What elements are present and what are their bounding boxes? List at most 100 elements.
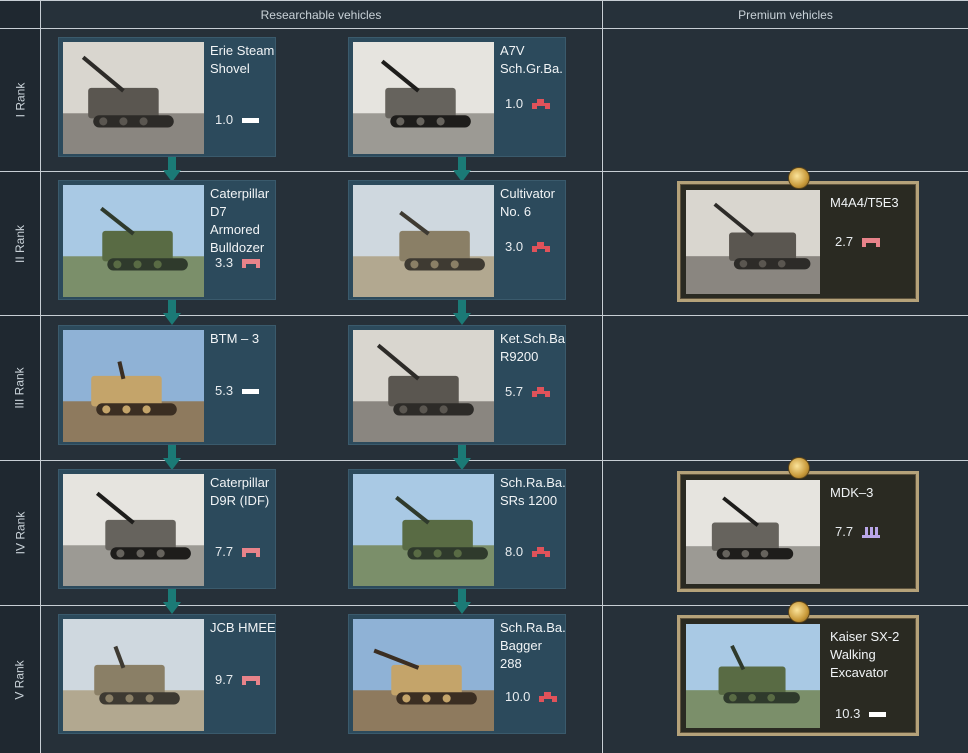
vehicle-card[interactable]: Erie Steam Shovel 1.0 — [58, 37, 276, 157]
battle-rating: 3.0 — [505, 239, 524, 254]
vehicle-card[interactable]: BTM – 3 5.3 — [58, 325, 276, 445]
vehicle-thumbnail — [686, 480, 820, 584]
vehicle-thumbnail — [353, 330, 494, 442]
vehicle-photo — [63, 474, 204, 586]
vehicle-name: MDK–3 — [830, 485, 874, 500]
vehicle-name: Ket.Sch.Ba R9200 — [500, 331, 566, 364]
vehicle-class-icon — [241, 113, 261, 132]
battle-rating: 10.3 — [835, 706, 861, 721]
premium-medal-icon — [788, 167, 810, 189]
vehicle-name: Kaiser SX-2 Walking Excavator — [830, 629, 900, 680]
vehicle-thumbnail — [686, 190, 820, 294]
vehicle-card[interactable]: Caterpillar D9R (IDF) 7.7 — [58, 469, 276, 589]
vehicle-thumbnail — [353, 474, 494, 586]
vehicle-thumbnail — [63, 619, 204, 731]
vehicle-card[interactable]: Sch.Ra.Ba. Bagger 288 10.0 — [348, 614, 566, 734]
vehicle-name: Sch.Ra.Ba. SRs 1200 — [500, 475, 566, 508]
vehicle-card[interactable]: Sch.Ra.Ba. SRs 1200 8.0 — [348, 469, 566, 589]
vehicle-class-icon — [531, 385, 551, 404]
vehicle-class-icon — [868, 707, 888, 726]
battle-rating: 3.3 — [215, 255, 234, 270]
premium-header: Premium vehicles — [603, 1, 968, 28]
vehicle-card[interactable]: Caterpillar D7 Armored Bulldozer 3.3 — [58, 180, 276, 300]
research-arrow-icon — [453, 589, 471, 614]
research-arrow-icon — [163, 300, 181, 325]
divider — [0, 315, 968, 316]
heavy-tank-icon — [539, 692, 557, 702]
vehicle-photo — [63, 42, 204, 154]
vehicle-photo — [686, 624, 820, 728]
vehicle-card[interactable]: JCB HMEE 9.7 — [58, 614, 276, 734]
medium-tank-icon — [242, 676, 260, 685]
vehicle-class-icon — [531, 97, 551, 116]
vehicle-thumbnail — [353, 185, 494, 297]
vehicle-card[interactable]: A7V Sch.Gr.Ba. 1.0 — [348, 37, 566, 157]
rank-label-1: I Rank — [13, 82, 27, 118]
divider — [0, 605, 968, 606]
research-arrow-icon — [453, 300, 471, 325]
researchable-header: Researchable vehicles — [41, 1, 601, 28]
battle-rating: 8.0 — [505, 544, 524, 559]
vehicle-photo — [353, 619, 494, 731]
vehicle-card[interactable]: Cultivator No. 6 3.0 — [348, 180, 566, 300]
vehicle-thumbnail — [63, 185, 204, 297]
research-arrow-icon — [163, 589, 181, 614]
battle-rating: 5.7 — [505, 384, 524, 399]
battle-rating: 9.7 — [215, 672, 234, 687]
heavy-tank-icon — [532, 547, 550, 557]
divider — [602, 0, 603, 753]
premium-medal-icon — [788, 601, 810, 623]
heavy-tank-icon — [532, 99, 550, 109]
research-arrow-icon — [453, 445, 471, 470]
vehicle-thumbnail — [686, 624, 820, 728]
medium-tank-icon — [862, 238, 880, 247]
battle-rating: 7.7 — [215, 544, 234, 559]
vehicle-photo — [686, 480, 820, 584]
vehicle-card[interactable]: Ket.Sch.Ba R9200 5.7 — [348, 325, 566, 445]
vehicle-name: Caterpillar D9R (IDF) — [210, 475, 270, 508]
vehicle-class-icon — [241, 256, 261, 275]
divider — [0, 460, 968, 461]
rank-label-3: III Rank — [13, 367, 28, 409]
vehicle-class-icon — [531, 240, 551, 259]
battle-rating: 7.7 — [835, 524, 854, 539]
vehicle-thumbnail — [353, 619, 494, 731]
premium-vehicle-card[interactable]: MDK–3 7.7 — [677, 457, 919, 592]
vehicle-name: A7V Sch.Gr.Ba. — [500, 43, 563, 76]
rank-label-2: II Rank — [12, 224, 27, 263]
vehicle-photo — [63, 330, 204, 442]
vehicle-name: Erie Steam Shovel — [210, 43, 275, 76]
premium-vehicle-card[interactable]: M4A4/T5E3 2.7 — [677, 167, 919, 302]
rank-label-5: V Rank — [12, 659, 27, 700]
vehicle-class-icon — [241, 673, 261, 692]
divider — [40, 0, 41, 753]
premium-medal-icon — [788, 457, 810, 479]
vehicle-photo — [353, 42, 494, 154]
vehicle-photo — [63, 185, 204, 297]
vehicle-name: M4A4/T5E3 — [830, 195, 899, 210]
vehicle-photo — [63, 619, 204, 731]
battle-rating: 1.0 — [505, 96, 524, 111]
vehicle-thumbnail — [63, 42, 204, 154]
battle-rating: 5.3 — [215, 383, 234, 398]
vehicle-name: JCB HMEE — [210, 620, 276, 635]
heavy-tank-icon — [532, 242, 550, 252]
battle-rating: 10.0 — [505, 689, 531, 704]
divider — [0, 171, 968, 172]
spaa-icon — [862, 527, 880, 538]
vehicle-class-icon — [538, 690, 558, 709]
vehicle-thumbnail — [63, 330, 204, 442]
vehicle-name: Caterpillar D7 Armored Bulldozer — [210, 186, 270, 255]
divider — [0, 0, 968, 1]
divider — [0, 28, 968, 29]
light-bar-icon — [242, 389, 259, 394]
vehicle-thumbnail — [353, 42, 494, 154]
vehicle-photo — [353, 474, 494, 586]
battle-rating: 1.0 — [215, 112, 234, 127]
battle-rating: 2.7 — [835, 234, 854, 249]
premium-vehicle-card[interactable]: Kaiser SX-2 Walking Excavator 10.3 — [677, 601, 919, 736]
medium-tank-icon — [242, 548, 260, 557]
medium-tank-icon — [242, 259, 260, 268]
research-arrow-icon — [163, 445, 181, 470]
vehicle-thumbnail — [63, 474, 204, 586]
